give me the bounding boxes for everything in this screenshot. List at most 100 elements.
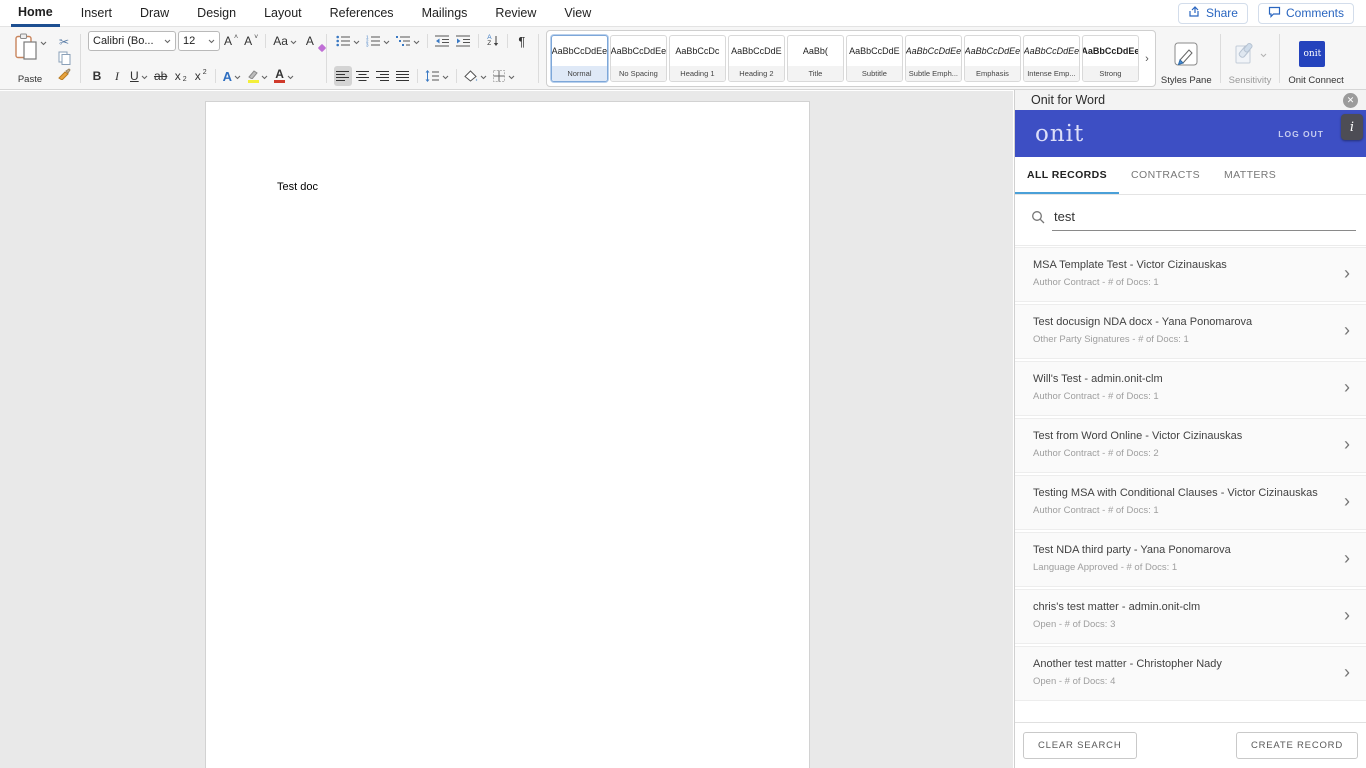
sensitivity-button[interactable]: Sensitivity <box>1226 30 1275 87</box>
tab-all-records[interactable]: ALL RECORDS <box>1015 157 1120 194</box>
document-page[interactable]: Test doc <box>205 101 810 768</box>
grow-font-button[interactable]: A ˄ <box>222 31 240 51</box>
align-left-button[interactable] <box>333 66 352 86</box>
italic-button[interactable]: I <box>108 66 126 86</box>
font-size-combo[interactable]: 12 <box>178 31 220 51</box>
record-row[interactable]: Test docusign NDA docx - Yana Ponomarova… <box>1015 304 1366 359</box>
clear-search-button[interactable]: CLEAR SEARCH <box>1023 732 1137 759</box>
chevron-down-icon <box>383 34 390 48</box>
paste-button[interactable]: Paste <box>8 31 52 86</box>
bullet-list-button[interactable] <box>334 31 362 51</box>
chevron-down-icon <box>290 34 297 48</box>
style-title[interactable]: AaBb( Title <box>786 35 844 82</box>
chevron-down-icon <box>413 34 420 48</box>
subscript-button[interactable]: x2 <box>172 66 190 86</box>
text-effects-button[interactable]: A <box>221 66 243 86</box>
chevron-down-icon <box>442 69 449 83</box>
styles-pane-button[interactable]: Styles Pane <box>1158 30 1215 87</box>
document-text: Test doc <box>277 181 318 193</box>
svg-text:3: 3 <box>366 43 369 47</box>
share-button[interactable]: Share <box>1177 2 1248 24</box>
multilevel-list-button[interactable] <box>394 31 422 51</box>
line-spacing-button[interactable] <box>423 66 451 86</box>
align-right-button[interactable] <box>374 66 392 86</box>
record-row[interactable]: Test NDA third party - Yana Ponomarova L… <box>1015 532 1366 587</box>
tab-contracts[interactable]: CONTRACTS <box>1119 157 1212 194</box>
record-row[interactable]: Testing MSA with Conditional Clauses - V… <box>1015 475 1366 530</box>
copy-icon[interactable] <box>55 50 73 66</box>
shrink-font-button[interactable]: A ˅ <box>242 31 260 51</box>
strikethrough-button[interactable]: ab <box>152 66 170 86</box>
style-strong[interactable]: AaBbCcDdEe Strong <box>1081 35 1139 82</box>
tab-matters[interactable]: MATTERS <box>1212 157 1288 194</box>
comment-icon <box>1268 6 1281 21</box>
info-icon[interactable]: i <box>1341 114 1363 140</box>
menu-tab-review[interactable]: Review <box>488 0 543 27</box>
style-heading-1[interactable]: AaBbCcDc Heading 1 <box>668 35 726 82</box>
style-subtle-emphasis[interactable]: AaBbCcDdEe Subtle Emph... <box>904 35 962 82</box>
menu-tab-references[interactable]: References <box>323 0 401 27</box>
record-row[interactable]: chris's test matter - admin.onit-clm Ope… <box>1015 589 1366 644</box>
style-normal[interactable]: AaBbCcDdEe Normal <box>550 35 608 82</box>
numbered-list-button[interactable]: 123 <box>364 31 392 51</box>
menu-tab-insert[interactable]: Insert <box>74 0 119 27</box>
styles-gallery: AaBbCcDdEe Normal AaBbCcDdEe No Spacing … <box>545 30 1156 87</box>
create-record-button[interactable]: CREATE RECORD <box>1235 732 1358 759</box>
menu-tab-view[interactable]: View <box>557 0 598 27</box>
document-workspace: Test doc <box>0 91 1013 768</box>
style-no-spacing[interactable]: AaBbCcDdEe No Spacing <box>609 35 667 82</box>
show-paragraph-marks-button[interactable]: ¶ <box>513 31 531 51</box>
close-icon[interactable]: ✕ <box>1343 92 1358 108</box>
menu-tab-home[interactable]: Home <box>11 0 60 27</box>
style-emphasis[interactable]: AaBbCcDdEe Emphasis <box>963 35 1021 82</box>
styles-pane-icon <box>1173 32 1199 75</box>
align-center-button[interactable] <box>354 66 372 86</box>
style-intense-emphasis[interactable]: AaBbCcDdEe Intense Emp... <box>1022 35 1080 82</box>
change-case-button[interactable]: Aa <box>271 31 299 51</box>
onit-banner-logo: onit <box>1035 120 1085 147</box>
clipboard-paste-icon <box>14 33 38 66</box>
bold-button[interactable]: B <box>88 66 106 86</box>
comments-button[interactable]: Comments <box>1257 2 1354 24</box>
format-painter-icon[interactable] <box>55 66 73 82</box>
record-row[interactable]: Will's Test - admin.onit-clm Author Cont… <box>1015 361 1366 416</box>
gallery-expand-button[interactable]: › <box>1141 53 1153 65</box>
chevron-right-icon: › <box>1344 433 1350 454</box>
justify-button[interactable] <box>394 66 412 86</box>
menu-tab-layout[interactable]: Layout <box>257 0 309 27</box>
style-subtitle[interactable]: AaBbCcDdE Subtitle <box>845 35 903 82</box>
panel-footer: CLEAR SEARCH CREATE RECORD <box>1015 722 1366 768</box>
font-name-combo[interactable]: Calibri (Bo... <box>88 31 176 51</box>
highlight-button[interactable] <box>245 66 270 86</box>
superscript-button[interactable]: x2 <box>192 66 210 86</box>
menu-tab-design[interactable]: Design <box>190 0 243 27</box>
search-input[interactable] <box>1052 209 1356 231</box>
underline-button[interactable]: U <box>128 66 150 86</box>
word-application-window: Home Insert Draw Design Layout Reference… <box>0 0 1366 768</box>
decrease-indent-button[interactable] <box>433 31 452 51</box>
chevron-right-icon: › <box>1344 604 1350 625</box>
log-out-button[interactable]: LOG OUT <box>1278 129 1324 139</box>
menu-tab-mailings[interactable]: Mailings <box>415 0 475 27</box>
record-row[interactable]: Another test matter - Christopher Nady O… <box>1015 646 1366 701</box>
record-row[interactable]: MSA Template Test - Victor Cizinauskas A… <box>1015 247 1366 302</box>
paste-dropdown-icon <box>40 33 47 51</box>
cut-icon[interactable]: ✂ <box>55 34 73 50</box>
chevron-down-icon <box>141 69 148 83</box>
sort-button[interactable]: AZ <box>484 31 502 51</box>
chevron-right-icon: › <box>1344 547 1350 568</box>
paragraph-group: 123 AZ ¶ <box>332 30 533 87</box>
record-row[interactable]: Test from Word Online - Victor Cizinausk… <box>1015 418 1366 473</box>
highlighter-icon <box>247 69 259 83</box>
clipboard-group: Paste ✂ <box>6 30 75 87</box>
style-heading-2[interactable]: AaBbCcDdE Heading 2 <box>727 35 785 82</box>
shading-button[interactable] <box>462 66 489 86</box>
menu-tab-draw[interactable]: Draw <box>133 0 176 27</box>
font-color-button[interactable]: A <box>272 66 296 86</box>
panel-tabs: ALL RECORDS CONTRACTS MATTERS <box>1015 157 1366 195</box>
increase-indent-button[interactable] <box>454 31 473 51</box>
clear-formatting-button[interactable]: A <box>301 31 327 53</box>
font-group: Calibri (Bo... 12 A ˄ A ˅ Aa A B I U ab … <box>86 30 327 87</box>
onit-connect-button[interactable]: onit Onit Connect <box>1285 30 1344 87</box>
borders-button[interactable] <box>491 66 517 86</box>
